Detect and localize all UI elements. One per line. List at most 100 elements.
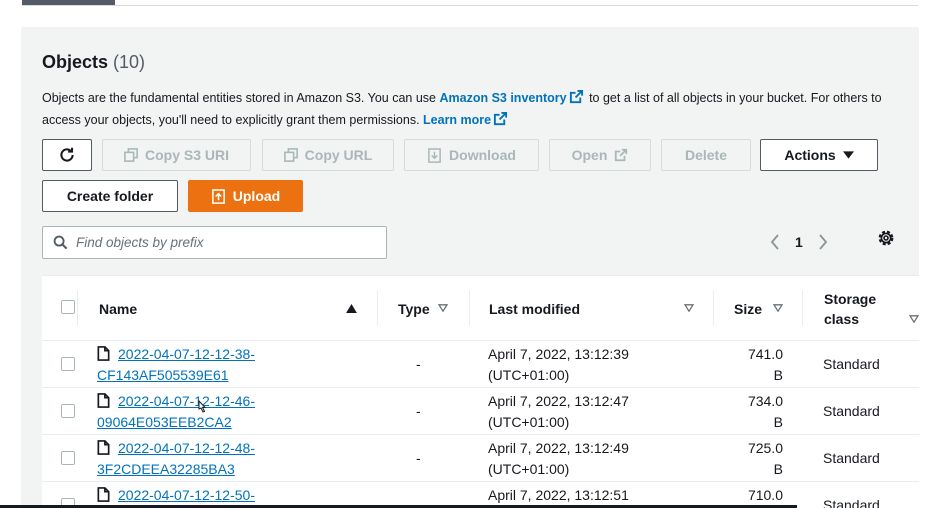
chevron-right-icon[interactable] xyxy=(817,234,829,250)
inventory-link[interactable]: Amazon S3 inventory xyxy=(439,91,566,105)
size-unit: B xyxy=(773,414,783,430)
description-text: Objects are the fundamental entities sto… xyxy=(42,91,440,105)
download-label: Download xyxy=(449,147,516,163)
gear-icon[interactable] xyxy=(876,228,896,248)
search-icon xyxy=(53,235,68,250)
copy-s3-uri-button[interactable]: Copy S3 URI xyxy=(102,139,251,171)
object-link[interactable]: 2022-04-07-12-12-46- 09064E053EEB2CA2 xyxy=(97,393,255,430)
sort-ascending-icon[interactable] xyxy=(346,304,357,313)
actions-dropdown[interactable]: Actions xyxy=(760,139,878,171)
object-last-modified: April 7, 2022, 13:12:51 xyxy=(488,485,629,506)
column-divider xyxy=(713,290,714,326)
file-icon xyxy=(97,346,110,361)
size-value: 725.0 xyxy=(747,440,783,456)
select-all-checkbox[interactable] xyxy=(61,300,75,314)
search-box[interactable] xyxy=(42,226,387,259)
search-input[interactable] xyxy=(76,235,366,250)
modified-timezone: (UTC+01:00) xyxy=(488,414,570,430)
row-checkbox[interactable] xyxy=(61,357,75,371)
object-link-line-1: 2022-04-07-12-12-38- xyxy=(118,346,255,362)
object-type: - xyxy=(416,450,421,466)
sort-icon[interactable] xyxy=(773,304,783,312)
column-divider xyxy=(802,290,803,326)
object-name: 2022-04-07-12-12-46- 09064E053EEB2CA2 xyxy=(97,391,337,433)
delete-label: Delete xyxy=(684,147,728,163)
table-row[interactable]: 2022-04-07-12-12-38- CF143AF505539E61 - A… xyxy=(42,341,919,388)
current-page[interactable]: 1 xyxy=(795,234,803,250)
copy-icon xyxy=(124,148,138,162)
object-link-line-1: 2022-04-07-12-12-50- xyxy=(118,487,255,503)
external-link-icon[interactable] xyxy=(493,111,508,126)
column-type-label: Type xyxy=(398,300,430,317)
objects-description: Objects are the fundamental entities sto… xyxy=(42,87,892,131)
table-row[interactable]: 2022-04-07-12-12-48- 3F2CDEEA32285BA3 - A… xyxy=(42,435,919,482)
file-icon xyxy=(97,487,110,502)
file-icon xyxy=(97,440,110,455)
upload-label: Upload xyxy=(232,188,281,204)
download-button[interactable]: Download xyxy=(404,139,539,171)
column-storage-class-label-1: Storage xyxy=(824,290,877,307)
delete-button[interactable]: Delete xyxy=(661,139,751,171)
column-size-label: Size xyxy=(734,300,763,317)
refresh-button[interactable] xyxy=(42,139,92,171)
size-value: 741.0 xyxy=(747,346,783,362)
open-button[interactable]: Open xyxy=(549,139,651,171)
page-title: Objects xyxy=(42,52,109,72)
object-last-modified: April 7, 2022, 13:12:47 (UTC+01:00) xyxy=(488,391,629,433)
column-divider xyxy=(377,290,378,326)
object-type: - xyxy=(416,403,421,419)
row-checkbox[interactable] xyxy=(61,451,75,465)
open-label: Open xyxy=(571,147,608,163)
column-type[interactable]: Type xyxy=(398,276,430,341)
table-row[interactable]: 2022-04-07-12-12-46- 09064E053EEB2CA2 - A… xyxy=(42,388,919,435)
object-link[interactable]: 2022-04-07-12-12-50- xyxy=(118,487,255,503)
learn-more-link[interactable]: Learn more xyxy=(423,113,491,127)
sort-icon[interactable] xyxy=(438,304,448,312)
object-link-line-2: CF143AF505539E61 xyxy=(97,367,229,383)
actions-label: Actions xyxy=(784,147,836,163)
object-name: 2022-04-07-12-12-38- CF143AF505539E61 xyxy=(97,344,337,386)
size-unit: B xyxy=(773,461,783,477)
object-size: 710.0 xyxy=(722,485,783,506)
chevron-left-icon[interactable] xyxy=(769,234,781,250)
sort-icon[interactable] xyxy=(909,315,919,323)
upload-icon xyxy=(211,188,225,204)
copy-url-label: Copy URL xyxy=(304,147,373,163)
size-unit: B xyxy=(773,367,783,383)
external-link-icon[interactable] xyxy=(569,89,584,104)
object-link[interactable]: 2022-04-07-12-12-38- CF143AF505539E61 xyxy=(97,346,255,383)
objects-panel: Objects (10) Objects are the fundamental… xyxy=(21,27,919,508)
row-checkbox[interactable] xyxy=(61,404,75,418)
table-header: Name Type Last modified Size Storage cla… xyxy=(42,276,919,341)
object-storage-class: Standard xyxy=(823,403,880,419)
refresh-icon xyxy=(60,147,74,162)
modified-timezone: (UTC+01:00) xyxy=(488,367,570,383)
external-link-icon xyxy=(615,148,628,162)
column-last-modified[interactable]: Last modified xyxy=(489,276,580,341)
create-folder-button[interactable]: Create folder xyxy=(42,180,178,212)
column-last-modified-label: Last modified xyxy=(489,300,581,317)
upload-button[interactable]: Upload xyxy=(188,180,303,212)
modified-date: April 7, 2022, 13:12:51 xyxy=(488,487,629,503)
object-size: 734.0 B xyxy=(722,391,783,433)
object-last-modified: April 7, 2022, 13:12:49 (UTC+01:00) xyxy=(488,438,629,480)
object-link-line-1: 2022-04-07-12-12-46- xyxy=(118,393,255,409)
modified-date: April 7, 2022, 13:12:49 xyxy=(488,440,629,456)
object-storage-class: Standard xyxy=(823,356,880,372)
object-link-line-2: 3F2CDEEA32285BA3 xyxy=(97,461,235,477)
column-name-label: Name xyxy=(99,300,138,317)
column-size[interactable]: Size xyxy=(734,276,762,341)
copy-url-button[interactable]: Copy URL xyxy=(262,139,394,171)
object-count: (10) xyxy=(113,52,146,72)
column-name[interactable]: Name xyxy=(99,276,137,341)
size-value: 710.0 xyxy=(747,487,783,503)
object-link-line-1: 2022-04-07-12-12-48- xyxy=(118,440,255,456)
modified-date: April 7, 2022, 13:12:47 xyxy=(488,393,629,409)
column-storage-class[interactable]: Storage class xyxy=(824,276,876,341)
objects-header: Objects (10) xyxy=(42,52,148,74)
object-link[interactable]: 2022-04-07-12-12-48- 3F2CDEEA32285BA3 xyxy=(97,440,255,477)
column-storage-class-label-2: class xyxy=(824,310,860,327)
mouse-pointer-icon xyxy=(198,400,207,413)
tab-bar xyxy=(22,0,918,6)
sort-icon[interactable] xyxy=(684,304,694,312)
